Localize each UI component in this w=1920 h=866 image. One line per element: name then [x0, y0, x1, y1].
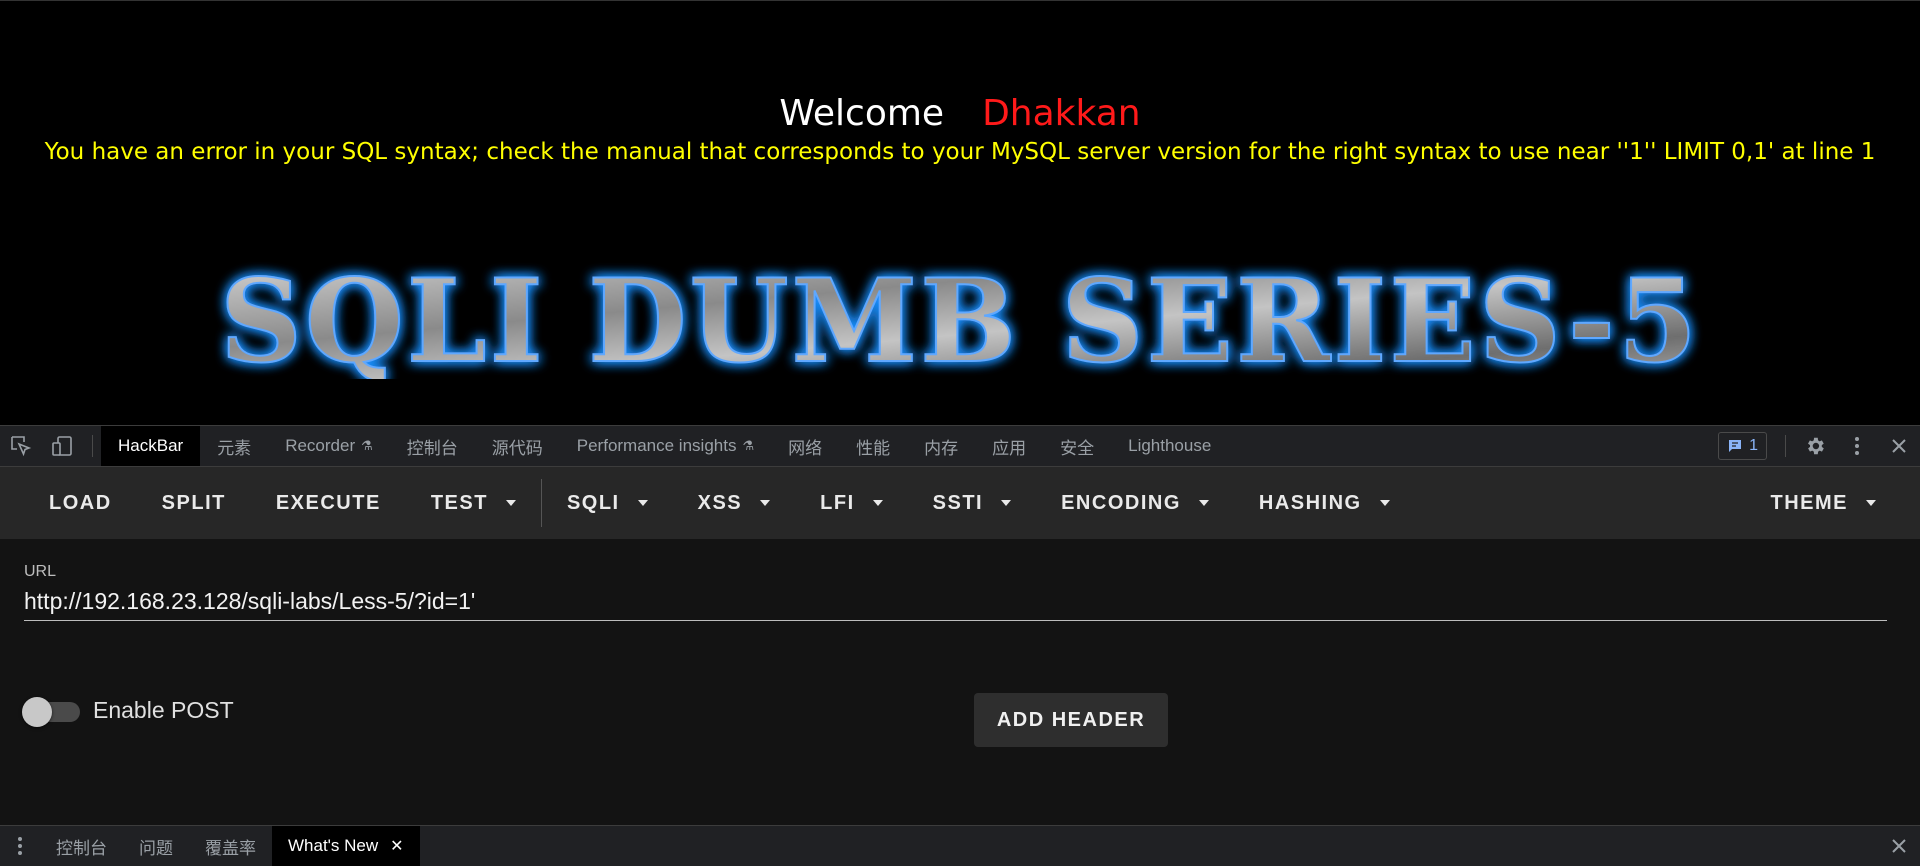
hashing-menu[interactable]: HASHING: [1234, 467, 1415, 539]
flask-icon: ⚗: [742, 438, 755, 453]
drawer-tab-0[interactable]: 控制台: [40, 826, 123, 866]
split-label: SPLIT: [161, 491, 226, 514]
load-button[interactable]: LOAD: [24, 467, 137, 539]
caret-down-icon: [1198, 500, 1209, 506]
banner-text: SQLI DUMB SERIES-5: [220, 259, 1700, 379]
tab-label: 元素: [217, 438, 252, 458]
tab-网络[interactable]: 网络: [771, 426, 839, 466]
toggle-thumb: [22, 697, 52, 727]
close-icon[interactable]: [1878, 426, 1920, 466]
tab-label: 应用: [992, 438, 1027, 458]
hackbar-panel: URL Enable POST ADD HEADER: [0, 539, 1920, 825]
close-icon[interactable]: ✕: [390, 836, 403, 856]
drawer-menu-icon[interactable]: [0, 826, 40, 866]
caret-down-icon: [872, 500, 883, 506]
page-viewport: Welcome Dhakkan You have an error in your…: [0, 0, 1920, 425]
tab-hackbar[interactable]: HackBar: [101, 426, 201, 466]
divider: [1785, 435, 1786, 457]
test-menu[interactable]: TEST: [406, 467, 541, 539]
drawer-tab-label: 问题: [139, 838, 173, 858]
lfi-menu[interactable]: LFI: [795, 467, 908, 539]
issues-count: 1: [1749, 437, 1758, 454]
execute-label: EXECUTE: [275, 491, 381, 514]
tab-performance-insights[interactable]: Performance insights ⚗: [560, 426, 771, 466]
tab-label: 控制台: [406, 438, 458, 458]
drawer-tab-3[interactable]: What's New ✕: [272, 826, 420, 866]
device-toolbar-icon[interactable]: [42, 426, 84, 466]
test-label: TEST: [430, 491, 488, 514]
lfi-label: LFI: [820, 491, 855, 514]
tab-控制台[interactable]: 控制台: [390, 426, 475, 466]
drawer-tab-1[interactable]: 问题: [123, 826, 189, 866]
tab-安全[interactable]: 安全: [1043, 426, 1111, 466]
tab-label: Performance insights: [576, 436, 737, 455]
tab-label: Lighthouse: [1128, 436, 1212, 455]
encoding-label: ENCODING: [1061, 491, 1181, 514]
tab-性能[interactable]: 性能: [839, 426, 907, 466]
load-label: LOAD: [49, 491, 112, 514]
tab-label: 安全: [1060, 438, 1095, 458]
xss-label: XSS: [697, 491, 743, 514]
issues-badge[interactable]: 1: [1718, 432, 1767, 460]
hackbar-toolbar: LOAD SPLIT EXECUTE TEST SQLI XSS LFI SST…: [0, 467, 1920, 539]
welcome-text: Welcome: [779, 93, 945, 134]
tab-label: Recorder: [285, 436, 356, 455]
tab-元素[interactable]: 元素: [200, 426, 268, 466]
more-vertical-icon[interactable]: [1836, 426, 1878, 466]
banner-title: SQLI DUMB SERIES-5: [219, 259, 1700, 379]
caret-down-icon: [637, 500, 648, 506]
enable-post-toggle[interactable]: [22, 697, 82, 727]
url-label: URL: [24, 563, 57, 580]
tab-应用[interactable]: 应用: [975, 426, 1043, 466]
tab-lighthouse[interactable]: Lighthouse: [1111, 426, 1228, 466]
close-icon[interactable]: [1878, 826, 1920, 866]
add-header-button[interactable]: ADD HEADER: [974, 693, 1168, 747]
devtools-actions: 1: [1718, 426, 1920, 466]
tab-内存[interactable]: 内存: [907, 426, 975, 466]
theme-menu[interactable]: THEME: [1746, 467, 1920, 539]
sqli-label: SQLI: [566, 491, 620, 514]
url-input[interactable]: [24, 583, 1887, 621]
devtools-tabs: HackBar 元素 Recorder ⚗ 控制台 源代码 Performance insi…: [101, 426, 1228, 466]
devtools-drawer: 控制台 问题 覆盖率 What's New ✕: [0, 825, 1920, 866]
hashing-label: HASHING: [1258, 491, 1362, 514]
flask-icon: ⚗: [361, 438, 373, 453]
settings-icon[interactable]: [1794, 426, 1836, 466]
user-name: Dhakkan: [982, 93, 1141, 134]
inspect-element-icon[interactable]: [0, 426, 42, 466]
message-icon: [1729, 440, 1742, 452]
drawer-tab-label: 控制台: [56, 838, 107, 858]
tab-recorder[interactable]: Recorder ⚗: [268, 426, 390, 466]
tab-源代码[interactable]: 源代码: [475, 426, 560, 466]
xss-menu[interactable]: XSS: [673, 467, 796, 539]
caret-down-icon: [760, 500, 771, 506]
sqli-menu[interactable]: SQLI: [542, 467, 673, 539]
tab-label: 性能: [856, 438, 891, 458]
drawer-tab-label: 覆盖率: [205, 838, 256, 858]
caret-down-icon: [1379, 500, 1390, 506]
tab-label: 源代码: [491, 438, 543, 458]
enable-post-label: Enable POST: [93, 697, 234, 723]
drawer-tab-2[interactable]: 覆盖率: [189, 826, 272, 866]
theme-label: THEME: [1770, 491, 1848, 514]
ssti-menu[interactable]: SSTI: [908, 467, 1036, 539]
drawer-tabs: 控制台 问题 覆盖率 What's New ✕: [40, 826, 420, 866]
caret-down-icon: [1001, 500, 1012, 506]
welcome-line: Welcome Dhakkan: [0, 93, 1920, 134]
drawer-tab-label: What's New: [288, 836, 379, 855]
split-button[interactable]: SPLIT: [137, 467, 251, 539]
execute-button[interactable]: EXECUTE: [251, 467, 406, 539]
encoding-menu[interactable]: ENCODING: [1036, 467, 1234, 539]
tab-label: 网络: [788, 438, 823, 458]
ssti-label: SSTI: [932, 491, 984, 514]
tab-label: 内存: [924, 438, 959, 458]
caret-down-icon: [1866, 500, 1876, 506]
tab-label: HackBar: [118, 436, 184, 455]
caret-down-icon: [505, 500, 516, 506]
devtools-tab-bar: HackBar 元素 Recorder ⚗ 控制台 源代码 Performance insi…: [0, 425, 1920, 467]
divider: [92, 435, 93, 457]
sql-error-message: You have an error in your SQL syntax; ch…: [44, 139, 1876, 165]
